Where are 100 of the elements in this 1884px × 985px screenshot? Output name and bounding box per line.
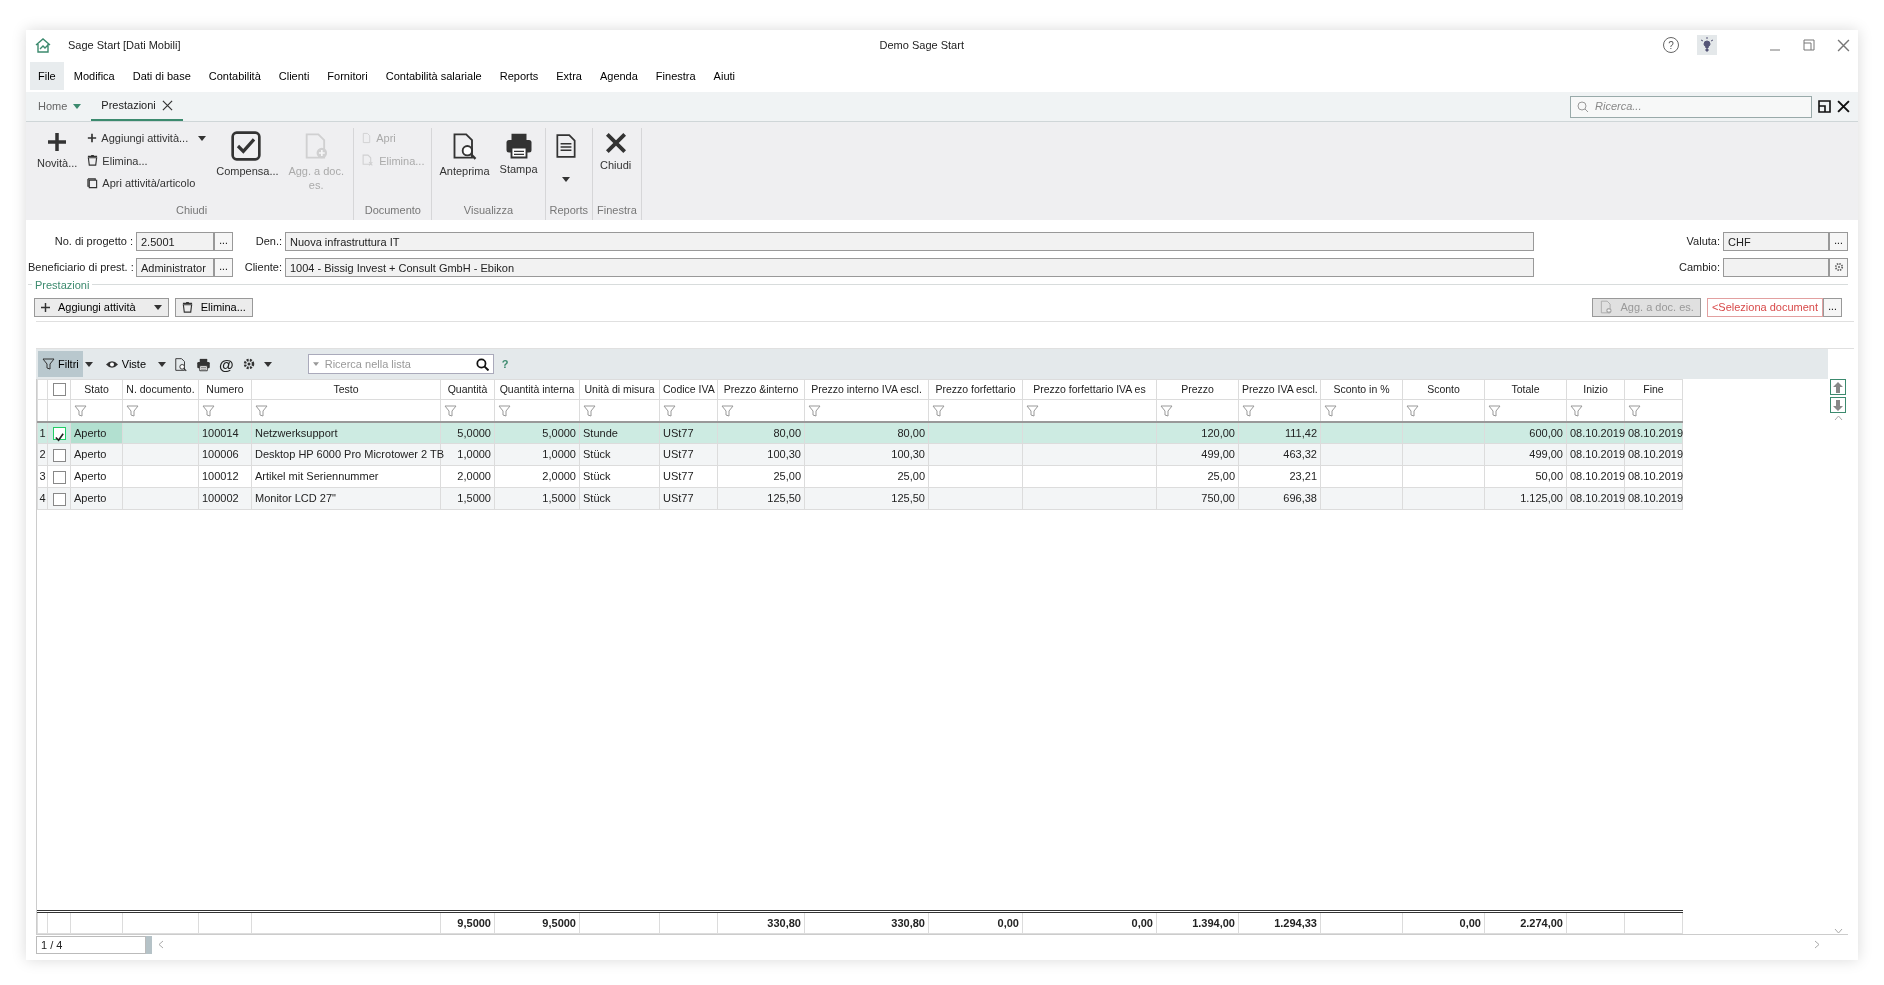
- ellipsis-button[interactable]: ...: [1829, 231, 1848, 251]
- menu-item[interactable]: Agenda: [591, 61, 646, 91]
- ribbon-button[interactable]: Stampa: [496, 128, 541, 200]
- printer-icon[interactable]: [196, 356, 212, 372]
- scroll-up-icon[interactable]: [1833, 415, 1843, 421]
- email-button[interactable]: @: [219, 356, 234, 372]
- help-button[interactable]: ?: [501, 355, 509, 373]
- column-header[interactable]: Quantità interna: [494, 379, 580, 400]
- input-field[interactable]: 2.5001: [136, 231, 214, 251]
- filter-field[interactable]: [440, 399, 495, 422]
- filter-field[interactable]: [928, 399, 1023, 422]
- filter-button[interactable]: Filtri: [38, 351, 83, 377]
- filter-field[interactable]: [1156, 399, 1239, 422]
- column-header[interactable]: Unità di misura: [579, 379, 660, 400]
- table-row[interactable]: 4 Aperto 100002 Monitor LCD 27" 1,5000 1,5000 Stück USt77 125,50 125,50 750,00 696,38 1.125,00 08.10.2019 08.10.2019: [37, 487, 1683, 510]
- column-header[interactable]: Fine: [1624, 379, 1683, 400]
- ribbon-button[interactable]: Elimina...: [84, 150, 210, 171]
- scroll-down-icon[interactable]: [1833, 928, 1843, 934]
- ribbon-button[interactable]: Aggiungi attività...: [84, 128, 210, 149]
- scroll-right-icon[interactable]: [1814, 940, 1820, 949]
- input-field[interactable]: Administrator: [136, 257, 214, 277]
- column-header[interactable]: Sconto: [1402, 379, 1485, 400]
- filter-field[interactable]: [198, 399, 252, 422]
- ribbon-button[interactable]: Anteprima: [436, 128, 493, 200]
- menu-item[interactable]: Contabilità: [200, 61, 269, 91]
- ribbon-button[interactable]: Compensa...: [213, 128, 280, 200]
- column-header[interactable]: Prezzo forfettario IVA es: [1022, 379, 1157, 400]
- checkbox[interactable]: [52, 383, 66, 397]
- filter-field[interactable]: [1624, 399, 1683, 422]
- column-header[interactable]: N. documento.: [122, 379, 199, 400]
- checkbox[interactable]: [52, 427, 66, 441]
- input-field[interactable]: [1723, 257, 1829, 277]
- filter-field[interactable]: [804, 399, 929, 422]
- column-header[interactable]: Prezzo &interno: [717, 379, 805, 400]
- column-header[interactable]: Totale: [1484, 379, 1567, 400]
- menu-item[interactable]: Modifica: [65, 61, 123, 91]
- column-header[interactable]: Prezzo interno IVA escl.: [804, 379, 929, 400]
- menu-item[interactable]: Dati di base: [124, 61, 199, 91]
- document-search-icon[interactable]: [174, 356, 189, 372]
- column-header[interactable]: Numero: [198, 379, 252, 400]
- restore-icon[interactable]: [1818, 100, 1831, 113]
- menu-item[interactable]: Clienti: [270, 61, 318, 91]
- menu-item[interactable]: Extra: [548, 61, 590, 91]
- ribbon-button[interactable]: Chiudi: [597, 128, 635, 200]
- filter-field[interactable]: [717, 399, 805, 422]
- input-field[interactable]: CHF: [1723, 231, 1829, 251]
- input-field[interactable]: <Seleziona document: [1706, 297, 1823, 317]
- input-field[interactable]: Nuova infrastruttura IT: [285, 231, 1534, 251]
- column-header[interactable]: Prezzo: [1156, 379, 1239, 400]
- column-header[interactable]: Codice IVA: [659, 379, 718, 400]
- ribbon-button[interactable]: Apri attività/articolo: [84, 173, 210, 194]
- table-row[interactable]: 1 Aperto 100014 Netzwerksupport 5,0000 5,0000 Stunde USt77 80,00 80,00 120,00 111,42 600,00 08.10.2019 08.10.2019: [37, 421, 1683, 444]
- toolbar-button[interactable]: Aggiungi attività: [34, 297, 169, 317]
- caret-icon[interactable]: [158, 361, 167, 367]
- column-header[interactable]: Inizio: [1566, 379, 1625, 400]
- menu-item[interactable]: File: [30, 61, 64, 91]
- ribbon-button[interactable]: Novità...: [34, 128, 81, 200]
- filter-field[interactable]: [1566, 399, 1625, 422]
- table-row[interactable]: 2 Aperto 100006 Desktop HP 6000 Pro Microtower 2 TB 1,0000 1,0000 Stück USt77 100,30 100,30 499,00 463,32 499,00 08.10.2019 08.10.2019: [37, 443, 1683, 466]
- maximize-icon[interactable]: [1803, 39, 1815, 51]
- filter-field[interactable]: [251, 399, 441, 422]
- checkbox[interactable]: [52, 448, 66, 462]
- column-header[interactable]: Prezzo forfettario: [928, 379, 1023, 400]
- menu-item[interactable]: Aiuti: [705, 61, 743, 91]
- filter-field[interactable]: [1484, 399, 1567, 422]
- column-header[interactable]: Stato: [70, 379, 123, 400]
- filter-field[interactable]: [579, 399, 660, 422]
- views-button[interactable]: Viste: [100, 351, 151, 377]
- menu-item[interactable]: Contabilità salariale: [377, 61, 490, 91]
- filter-field[interactable]: [1238, 399, 1321, 422]
- filter-field[interactable]: [1320, 399, 1403, 422]
- gear-icon[interactable]: [241, 357, 256, 371]
- checkbox[interactable]: [52, 492, 66, 506]
- menu-item[interactable]: Finestra: [647, 61, 704, 91]
- filter-field[interactable]: [122, 399, 199, 422]
- filter-field[interactable]: [494, 399, 580, 422]
- checkbox[interactable]: [52, 470, 66, 484]
- menu-item[interactable]: Fornitori: [319, 61, 376, 91]
- toolbar-button[interactable]: Elimina...: [174, 297, 253, 317]
- column-header[interactable]: Quantità: [440, 379, 495, 400]
- filter-field[interactable]: [1402, 399, 1485, 422]
- caret-icon[interactable]: [263, 361, 272, 367]
- column-header[interactable]: Prezzo IVA escl.: [1238, 379, 1321, 400]
- filter-field[interactable]: [70, 399, 123, 422]
- filter-field[interactable]: [659, 399, 718, 422]
- ellipsis-button[interactable]: ...: [1823, 297, 1842, 317]
- move-up-button[interactable]: [1830, 379, 1846, 395]
- column-header[interactable]: Testo: [251, 379, 441, 400]
- ellipsis-button[interactable]: ...: [214, 231, 233, 251]
- table-row[interactable]: 3 Aperto 100012 Artikel mit Seriennummer 2,0000 2,0000 Stück USt77 25,00 25,00 25,00 23,21 50,00 08.10.2019 08.10.2019: [37, 465, 1683, 488]
- move-down-button[interactable]: [1830, 397, 1846, 413]
- caret-icon[interactable]: [84, 361, 93, 367]
- ellipsis-button[interactable]: ...: [214, 257, 233, 277]
- tab[interactable]: Home: [28, 92, 92, 121]
- input-field[interactable]: 1004 - Bissig Invest + Consult GmbH - Ebikon: [285, 257, 1534, 277]
- scroll-left-icon[interactable]: [158, 940, 164, 949]
- close-icon[interactable]: [1837, 100, 1850, 113]
- settings-button[interactable]: [1829, 257, 1848, 277]
- lightbulb-icon[interactable]: [1697, 35, 1717, 55]
- filter-field[interactable]: [1022, 399, 1157, 422]
